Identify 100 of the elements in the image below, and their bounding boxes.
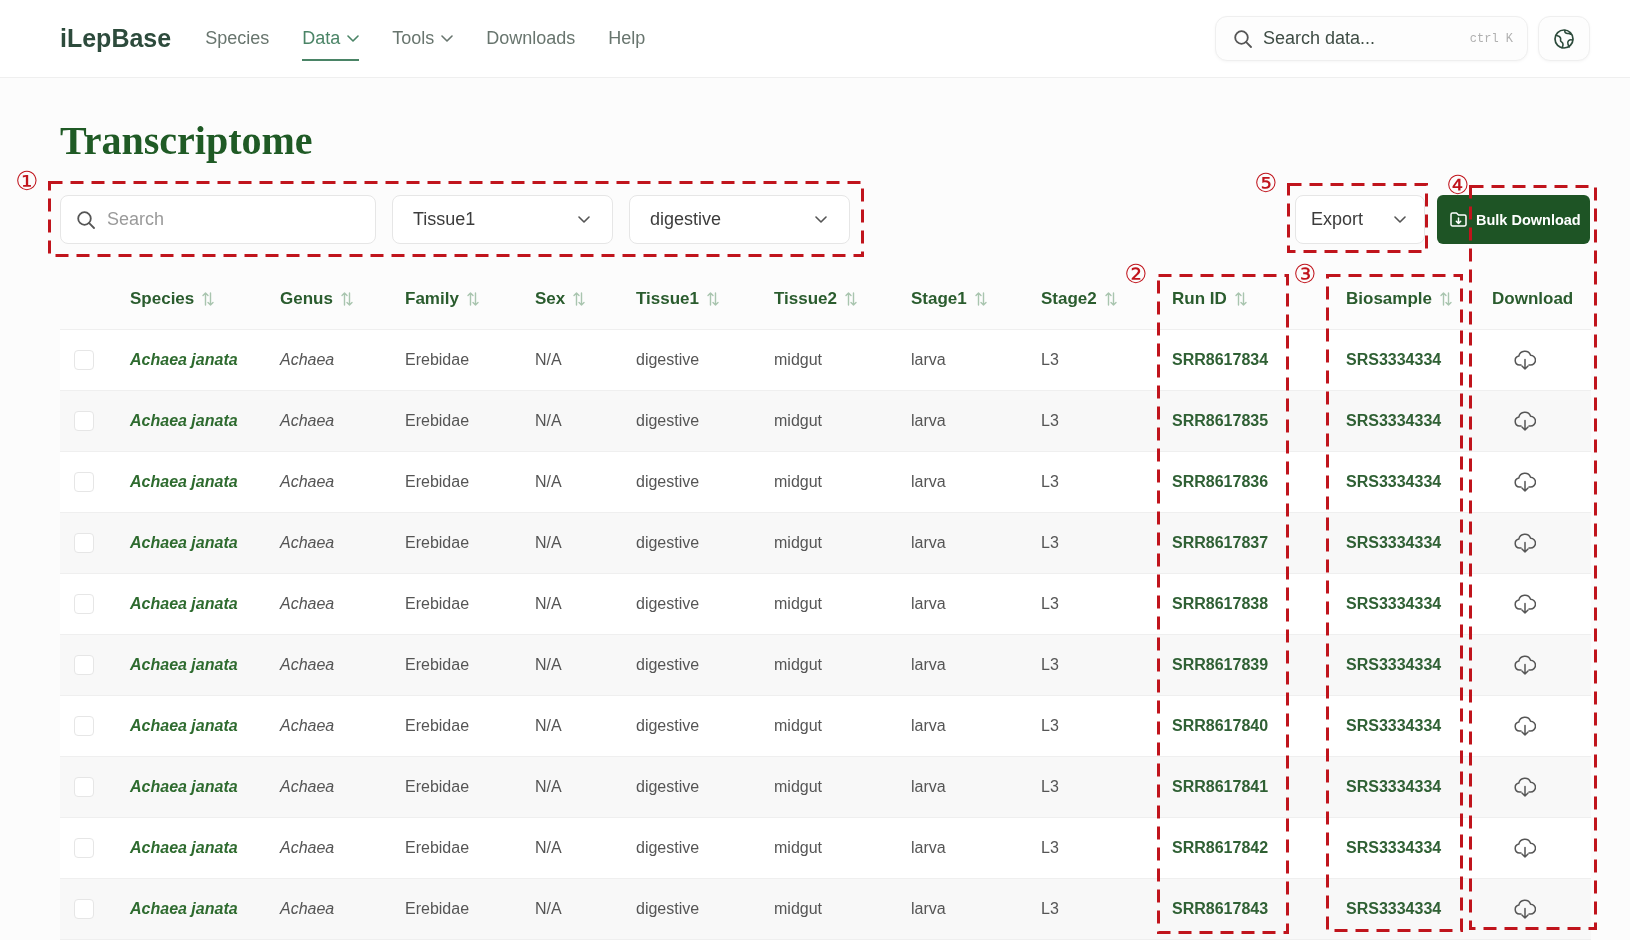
row-checkbox[interactable] bbox=[74, 472, 94, 492]
sex-value: N/A bbox=[535, 717, 562, 734]
biosample-link[interactable]: SRS3334334 bbox=[1346, 778, 1442, 795]
run-id-link[interactable]: SRR8617838 bbox=[1172, 595, 1269, 612]
search-icon bbox=[77, 210, 95, 229]
cloud-download-icon[interactable] bbox=[1514, 716, 1536, 736]
tissue-value: digestive bbox=[636, 534, 700, 551]
tissue-value: midgut bbox=[774, 839, 823, 856]
nav-link[interactable]: Data bbox=[302, 16, 360, 61]
row-checkbox[interactable] bbox=[74, 594, 94, 614]
run-id-link[interactable]: SRR8617835 bbox=[1172, 412, 1269, 429]
run-id-link[interactable]: SRR8617839 bbox=[1172, 656, 1269, 673]
cloud-download-icon[interactable] bbox=[1514, 777, 1536, 797]
genus-name: Achaea bbox=[280, 900, 335, 917]
page-title: Transcriptome bbox=[60, 117, 313, 165]
stage-value: larva bbox=[911, 839, 946, 856]
column-header[interactable]: Genus bbox=[280, 289, 353, 309]
biosample-link[interactable]: SRS3334334 bbox=[1346, 351, 1442, 368]
annotation-number: ② bbox=[1123, 261, 1149, 287]
stage-value: larva bbox=[911, 412, 946, 429]
cloud-download-icon[interactable] bbox=[1514, 472, 1536, 492]
tissue-value: digestive bbox=[636, 412, 700, 429]
globe-icon bbox=[1554, 28, 1574, 49]
search-input[interactable]: Search data... bbox=[1263, 23, 1459, 54]
species-link[interactable]: Achaea janata bbox=[130, 900, 238, 917]
nav-link[interactable]: Downloads bbox=[486, 16, 576, 61]
stage-value: larva bbox=[911, 656, 946, 673]
globe-button[interactable] bbox=[1538, 16, 1590, 61]
species-link[interactable]: Achaea janata bbox=[130, 473, 238, 490]
tissue-value: midgut bbox=[774, 656, 823, 673]
nav-link[interactable]: Tools bbox=[392, 16, 454, 61]
filter-dropdown[interactable]: Tissue1 bbox=[392, 195, 613, 244]
run-id-link[interactable]: SRR8617841 bbox=[1172, 778, 1269, 795]
biosample-link[interactable]: SRS3334334 bbox=[1346, 473, 1442, 490]
biosample-link[interactable]: SRS3334334 bbox=[1346, 595, 1442, 612]
species-link[interactable]: Achaea janata bbox=[130, 351, 238, 368]
biosample-link[interactable]: SRS3334334 bbox=[1346, 717, 1442, 734]
search-field[interactable]: Search bbox=[60, 195, 376, 244]
species-link[interactable]: Achaea janata bbox=[130, 534, 238, 551]
tissue-value: digestive bbox=[636, 717, 700, 734]
column-header[interactable]: Tissue2 bbox=[774, 289, 857, 309]
column-header[interactable]: Tissue1 bbox=[636, 289, 719, 309]
row-checkbox[interactable] bbox=[74, 411, 94, 431]
row-checkbox[interactable] bbox=[74, 350, 94, 370]
species-link[interactable]: Achaea janata bbox=[130, 595, 238, 612]
biosample-link[interactable]: SRS3334334 bbox=[1346, 900, 1442, 917]
family-name: Erebidae bbox=[405, 534, 470, 551]
cloud-download-icon[interactable] bbox=[1514, 350, 1536, 370]
biosample-link[interactable]: SRS3334334 bbox=[1346, 412, 1442, 429]
run-id-link[interactable]: SRR8617836 bbox=[1172, 473, 1269, 490]
row-checkbox[interactable] bbox=[74, 899, 94, 919]
cloud-download-icon[interactable] bbox=[1514, 655, 1536, 675]
row-checkbox[interactable] bbox=[74, 533, 94, 553]
row-checkbox[interactable] bbox=[74, 838, 94, 858]
column-header[interactable]: Species bbox=[130, 289, 215, 309]
column-header[interactable]: Stage2 bbox=[1041, 289, 1117, 309]
run-id-link[interactable]: SRR8617840 bbox=[1172, 717, 1269, 734]
biosample-link[interactable]: SRS3334334 bbox=[1346, 839, 1442, 856]
biosample-link[interactable]: SRS3334334 bbox=[1346, 534, 1442, 551]
column-header[interactable]: Run ID bbox=[1172, 289, 1247, 309]
filter-dropdown[interactable]: digestive bbox=[629, 195, 850, 244]
tissue-value: midgut bbox=[774, 412, 823, 429]
family-name: Erebidae bbox=[405, 717, 470, 734]
bulk-download-button[interactable]: Bulk Download bbox=[1437, 195, 1590, 244]
stage-value: L3 bbox=[1041, 534, 1059, 551]
run-id-link[interactable]: SRR8617842 bbox=[1172, 839, 1269, 856]
tissue-value: digestive bbox=[636, 839, 700, 856]
export-dropdown[interactable]: Export bbox=[1295, 195, 1425, 244]
search-input[interactable]: Search bbox=[107, 204, 359, 235]
folder-download-icon bbox=[1450, 212, 1467, 227]
column-header[interactable]: Stage1 bbox=[911, 289, 987, 309]
species-link[interactable]: Achaea janata bbox=[130, 412, 238, 429]
column-header[interactable]: Biosample bbox=[1346, 289, 1452, 309]
tissue-value: midgut bbox=[774, 473, 823, 490]
cloud-download-icon[interactable] bbox=[1514, 411, 1536, 431]
genus-name: Achaea bbox=[280, 778, 335, 795]
family-name: Erebidae bbox=[405, 473, 470, 490]
run-id-link[interactable]: SRR8617843 bbox=[1172, 900, 1269, 917]
column-header[interactable]: Sex bbox=[535, 289, 586, 309]
cloud-download-icon[interactable] bbox=[1514, 594, 1536, 614]
cloud-download-icon[interactable] bbox=[1514, 899, 1536, 919]
row-checkbox[interactable] bbox=[74, 655, 94, 675]
run-id-link[interactable]: SRR8617834 bbox=[1172, 351, 1269, 368]
nav-link[interactable]: Species bbox=[205, 16, 270, 61]
column-header[interactable]: Family bbox=[405, 289, 479, 309]
species-link[interactable]: Achaea janata bbox=[130, 778, 238, 795]
cloud-download-icon[interactable] bbox=[1514, 533, 1536, 553]
stage-value: L3 bbox=[1041, 595, 1059, 612]
species-link[interactable]: Achaea janata bbox=[130, 656, 238, 673]
row-checkbox[interactable] bbox=[74, 777, 94, 797]
row-checkbox[interactable] bbox=[74, 716, 94, 736]
site-logo[interactable]: iLepBase bbox=[60, 24, 172, 53]
species-link[interactable]: Achaea janata bbox=[130, 839, 238, 856]
family-name: Erebidae bbox=[405, 351, 470, 368]
cloud-download-icon[interactable] bbox=[1514, 838, 1536, 858]
run-id-link[interactable]: SRR8617837 bbox=[1172, 534, 1269, 551]
stage-value: L3 bbox=[1041, 717, 1059, 734]
species-link[interactable]: Achaea janata bbox=[130, 717, 238, 734]
biosample-link[interactable]: SRS3334334 bbox=[1346, 656, 1442, 673]
nav-link[interactable]: Help bbox=[608, 16, 646, 61]
